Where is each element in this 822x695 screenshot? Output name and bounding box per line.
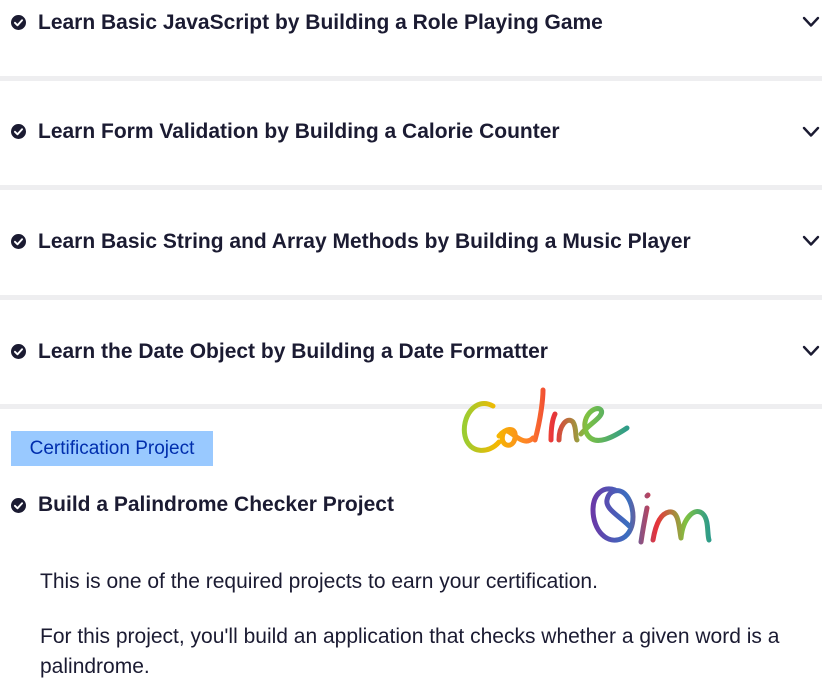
challenge-title: Learn Form Validation by Building a Calo…: [38, 120, 560, 143]
check-circle-icon: [11, 15, 26, 30]
chevron-down-icon[interactable]: [802, 126, 820, 138]
challenge-row-role-playing-game[interactable]: Learn Basic JavaScript by Building a Rol…: [0, 0, 822, 80]
project-instructions: For this project, you'll build an applic…: [40, 625, 780, 678]
check-circle-icon: [11, 124, 26, 139]
challenge-title: Learn Basic JavaScript by Building a Rol…: [38, 11, 603, 34]
chevron-down-icon[interactable]: [802, 235, 820, 247]
check-circle-icon: [11, 234, 26, 249]
challenge-title: Learn Basic String and Array Methods by …: [38, 230, 691, 253]
challenge-row-calorie-counter[interactable]: Learn Form Validation by Building a Calo…: [0, 81, 822, 161]
signature-drawing: [461, 387, 712, 545]
challenge-row-date-formatter[interactable]: Learn the Date Object by Building a Date…: [0, 300, 822, 380]
project-title-link[interactable]: Build a Palindrome Checker Project: [38, 493, 394, 517]
certification-badge: Certification Project: [11, 431, 213, 466]
chevron-down-icon[interactable]: [802, 345, 820, 357]
check-circle-icon: [11, 344, 26, 359]
challenge-title: Learn the Date Object by Building a Date…: [38, 340, 548, 363]
project-description: This is one of the required projects to …: [40, 570, 598, 593]
chevron-down-icon[interactable]: [802, 16, 820, 28]
check-circle-icon: [11, 498, 26, 513]
challenge-row-music-player[interactable]: Learn Basic String and Array Methods by …: [0, 190, 822, 270]
